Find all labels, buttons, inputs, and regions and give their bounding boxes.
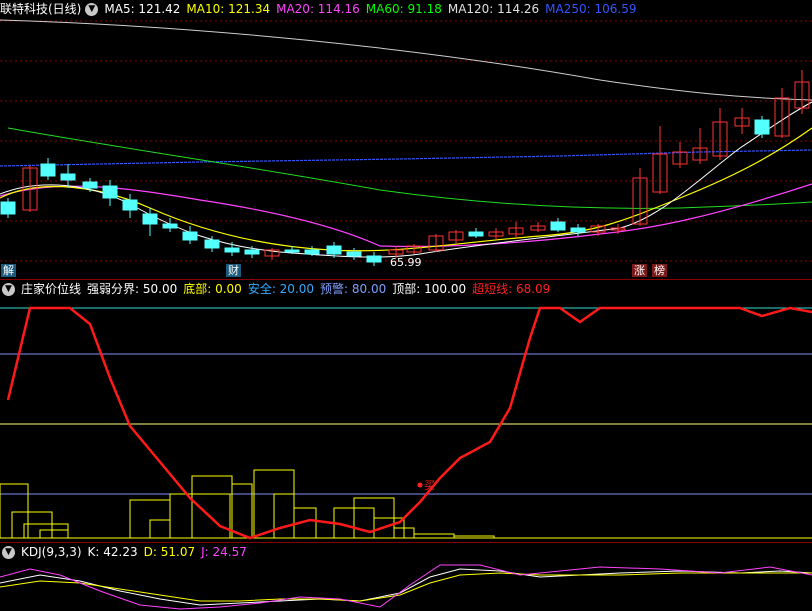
indicator-bar (453, 535, 495, 539)
candle-body (82, 181, 98, 189)
candle-body (326, 245, 342, 255)
candle-body (346, 251, 362, 257)
candle-body (204, 239, 220, 249)
ma120-value: MA120: 114.26 (447, 2, 540, 16)
candle-body (468, 231, 484, 237)
short-term-line (6, 306, 812, 540)
event-badge-zhang[interactable]: 涨 (632, 264, 647, 277)
ma250-value: MA250: 106.59 (545, 2, 637, 16)
indicator-bar (169, 493, 231, 539)
top-value: 顶部: 100.00 (392, 282, 467, 296)
indicator-bar (413, 533, 455, 539)
ma60-line (7, 127, 812, 209)
kdj-k-value: K: 42.23 (87, 545, 138, 559)
warning-value: 预警: 80.00 (320, 282, 387, 296)
kdj-d-value: D: 51.07 (143, 545, 196, 559)
candle-body (0, 201, 16, 215)
stock-title: 联特科技(日线) (0, 2, 82, 16)
candle-body (570, 227, 586, 233)
candle-body (550, 221, 566, 231)
ma10-value: MA10: 121.34 (186, 2, 271, 16)
short-term-value: 超短线: 68.09 (472, 282, 551, 296)
indicator-chart[interactable]: 买 (0, 298, 812, 542)
kdj-title: KDJ(9,3,3) (21, 545, 82, 559)
indicator-bar (273, 493, 295, 539)
safe-value: 安全: 20.00 (247, 282, 315, 296)
main-pane-header: 联特科技(日线) ▼ MA5: 121.42 MA10: 121.34 MA20: 11… (0, 0, 812, 18)
candle-body (122, 199, 138, 211)
kdj-j-value: J: 24.57 (201, 545, 247, 559)
candle-body (142, 213, 158, 225)
candle-body (102, 185, 118, 199)
candle-body (40, 163, 56, 177)
ma5-line (0, 101, 812, 258)
candle-body (754, 119, 770, 135)
candle-body (182, 231, 198, 241)
kdj-k-line (0, 568, 812, 606)
candle-body (304, 249, 320, 255)
candle-body (244, 249, 260, 255)
bottom-value: 底部: 0.00 (183, 282, 242, 296)
ma60-value: MA60: 91.18 (365, 2, 442, 16)
event-badge-jie[interactable]: 解 (1, 264, 16, 277)
indicator-bar (23, 523, 69, 539)
ma250-line (0, 149, 812, 167)
indicator-bar (149, 519, 171, 539)
ma5-value: MA5: 121.42 (104, 2, 181, 16)
ma20-value: MA20: 114.16 (276, 2, 360, 16)
ma120-line (0, 19, 812, 101)
event-badge-bang[interactable]: 榜 (652, 264, 667, 277)
price-chart[interactable]: 65.99 (0, 18, 812, 280)
kdj-chart[interactable] (0, 561, 812, 611)
indicator-bar (231, 483, 253, 539)
indicator-bar (11, 511, 53, 539)
candle-body (60, 173, 76, 181)
candle-body (366, 255, 382, 263)
buy-signal-dot (417, 482, 423, 488)
chevron-down-icon[interactable]: ▼ (2, 283, 15, 296)
chevron-down-icon[interactable]: ▼ (85, 3, 99, 16)
candle-body (284, 249, 300, 253)
candle-body (162, 223, 178, 229)
kdj-d-line (0, 572, 812, 602)
strength-line-value: 强弱分界: 50.00 (87, 282, 178, 296)
indicator-pane-header: ▼ 庄家价位线 强弱分界: 50.00 底部: 0.00 安全: 20.00 预警: 80… (0, 280, 812, 298)
low-price-label: 65.99 (390, 256, 422, 269)
kdj-pane-header: ▼ KDJ(9,3,3) K: 42.23 D: 51.07 J: 24.57 (0, 543, 812, 561)
chevron-down-icon[interactable]: ▼ (2, 546, 15, 559)
indicator-bar (39, 529, 69, 539)
buy-signal-label: 买 (424, 479, 435, 492)
indicator-title: 庄家价位线 (21, 282, 82, 296)
event-badge-cai[interactable]: 财 (226, 264, 241, 277)
candle-body (224, 247, 240, 253)
